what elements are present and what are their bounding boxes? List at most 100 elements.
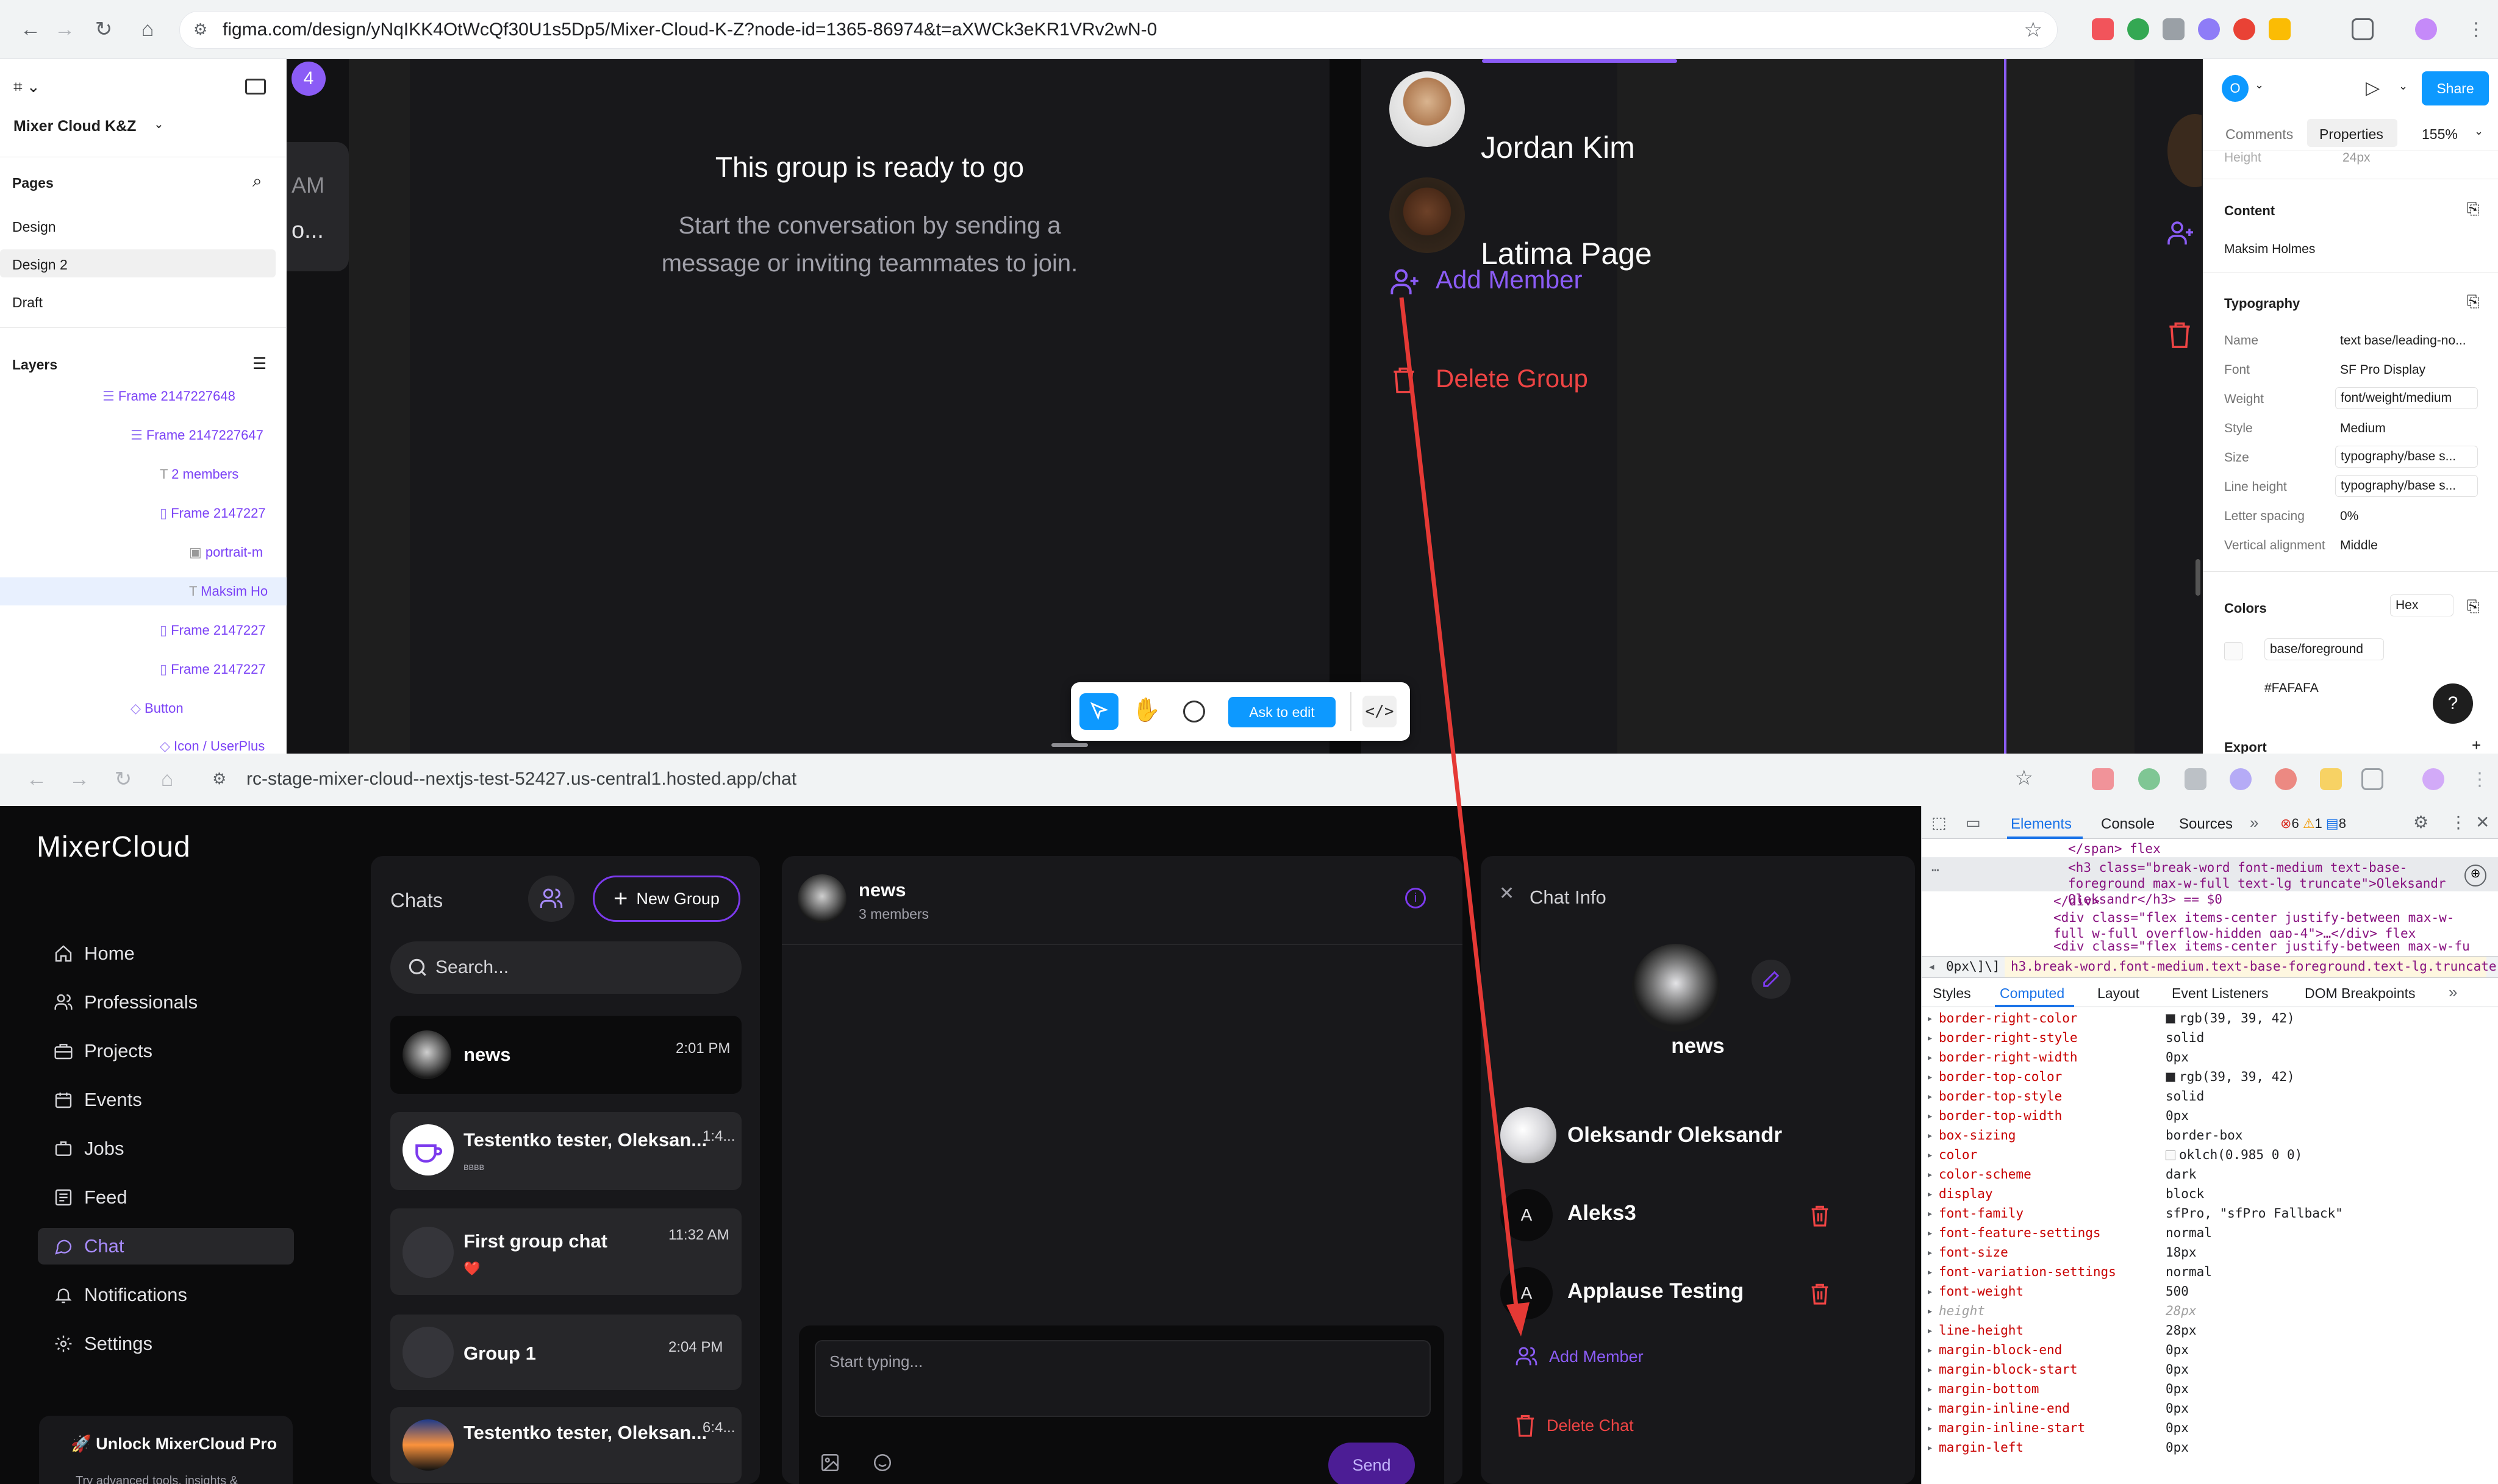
emoji-icon[interactable] — [872, 1452, 893, 1473]
search-icon[interactable]: ⌕ — [252, 171, 262, 191]
gear-icon[interactable]: ⚙ — [2413, 812, 2428, 832]
trash-icon[interactable] — [2167, 320, 2192, 349]
breadcrumb-item[interactable]: 0px\]\] — [1946, 959, 2000, 974]
nav-item-events[interactable]: Events — [38, 1082, 294, 1118]
expand-arrow-icon[interactable]: ▸ — [1928, 1208, 1932, 1219]
bookmark-star-icon[interactable]: ☆ — [2024, 18, 2042, 42]
expand-arrow-icon[interactable]: ▸ — [1928, 1443, 1932, 1453]
subtab-event-listeners[interactable]: Event Listeners — [2172, 985, 2269, 1002]
reload-icon[interactable]: ↻ — [91, 17, 116, 41]
layer-item[interactable]: T 2 members — [160, 466, 238, 482]
dom-line[interactable]: </div> — [2053, 894, 2100, 908]
close-icon[interactable]: ✕ — [2475, 812, 2489, 832]
computed-property[interactable]: font-variation-settings — [1939, 1265, 2116, 1279]
nav-item-jobs[interactable]: Jobs — [38, 1130, 294, 1167]
chevron-down-icon[interactable]: ⌄ — [2474, 125, 2483, 138]
computed-property[interactable]: margin-left — [1939, 1440, 2024, 1455]
layer-item[interactable]: ☰ Frame 2147227647 — [131, 427, 263, 443]
nav-item-projects[interactable]: Projects — [38, 1033, 294, 1069]
expand-arrow-icon[interactable]: ▸ — [1928, 1013, 1932, 1024]
extension-icon[interactable] — [2185, 768, 2206, 790]
app-logo[interactable]: MixerCloud — [37, 830, 191, 864]
trash-icon[interactable] — [1810, 1282, 1830, 1306]
tab-comments[interactable]: Comments — [2225, 126, 2293, 143]
close-icon[interactable]: ✕ — [1499, 883, 1514, 904]
copy-icon[interactable]: ⎘ — [2467, 597, 2480, 616]
share-button[interactable]: Share — [2422, 71, 2489, 105]
extension-icon[interactable] — [2092, 18, 2114, 40]
figma-canvas[interactable]: 4 AM o... This group is ready to go Star… — [287, 59, 2202, 754]
expand-arrow-icon[interactable]: ▸ — [1928, 1306, 1932, 1316]
extension-icon[interactable] — [2092, 768, 2114, 790]
computed-property[interactable]: font-family — [1939, 1206, 2024, 1221]
computed-property[interactable]: border-right-style — [1939, 1030, 2078, 1045]
accessibility-icon[interactable]: ⊕ — [2464, 865, 2486, 886]
site-settings-icon[interactable]: ⚙ — [212, 769, 226, 788]
expand-arrow-icon[interactable]: ▸ — [1928, 1423, 1932, 1433]
dom-line[interactable]: <div class="flex items-center justify-be… — [2053, 910, 2480, 938]
info-icon[interactable]: i — [1405, 888, 1426, 908]
computed-property[interactable]: border-right-width — [1939, 1050, 2078, 1065]
typo-value[interactable]: typography/base s... — [2335, 475, 2478, 497]
expand-arrow-icon[interactable]: ▸ — [1928, 1111, 1932, 1121]
delete-chat-link[interactable]: Delete Chat — [1515, 1413, 1634, 1438]
color-format-dropdown[interactable]: Hex — [2390, 594, 2453, 616]
user-avatar[interactable]: O — [2222, 75, 2249, 102]
nav-item-home[interactable]: Home — [38, 935, 294, 972]
expand-arrow-icon[interactable]: ▸ — [1928, 1169, 1932, 1180]
computed-property[interactable]: margin-inline-end — [1939, 1401, 2070, 1416]
layer-item[interactable]: ◇ Button — [131, 701, 184, 716]
extensions-puzzle-icon[interactable] — [2352, 18, 2374, 40]
delete-group-link[interactable]: Delete Group — [1436, 364, 1588, 393]
layer-item[interactable]: ☰ Frame 2147227648 — [102, 388, 235, 404]
extension-icon[interactable] — [2275, 768, 2297, 790]
expand-arrow-icon[interactable]: ▸ — [1928, 1189, 1932, 1199]
site-settings-icon[interactable]: ⚙ — [193, 20, 207, 39]
more-subtabs-icon[interactable]: » — [2449, 983, 2457, 1002]
play-icon[interactable]: ▷ — [2366, 77, 2380, 99]
computed-property[interactable]: font-feature-settings — [1939, 1225, 2101, 1240]
subtab-computed[interactable]: Computed — [2000, 985, 2064, 1002]
message-input[interactable]: Start typing... — [815, 1340, 1431, 1417]
address-bar[interactable]: ⚙ rc-stage-mixer-cloud--nextjs-test-5242… — [198, 761, 2076, 797]
move-tool-icon[interactable] — [1079, 693, 1118, 730]
layer-item[interactable]: ◇ Icon / UserPlus — [160, 738, 265, 754]
nav-item-feed[interactable]: Feed — [38, 1179, 294, 1216]
tab-sources[interactable]: Sources — [2179, 816, 2233, 833]
bookmark-star-icon[interactable]: ☆ — [2015, 766, 2033, 790]
expand-arrow-icon[interactable]: ▸ — [1928, 1052, 1932, 1063]
ask-to-edit-button[interactable]: Ask to edit — [1228, 697, 1336, 727]
breadcrumb-item-active[interactable]: h3.break-word.font-medium.text-base-fore… — [2011, 959, 2497, 974]
home-icon[interactable]: ⌂ — [155, 767, 179, 791]
computed-property[interactable]: height — [1939, 1304, 1985, 1318]
canvas-scrollbar[interactable] — [2196, 559, 2200, 596]
layer-item[interactable]: ▣ portrait-m — [189, 544, 263, 560]
console-counts[interactable]: ⊗6 ⚠1 ▤8 — [2280, 816, 2346, 832]
forward-icon[interactable]: → — [67, 767, 91, 791]
page-item-draft[interactable]: Draft — [12, 294, 43, 311]
chevron-down-icon[interactable]: ⌄ — [2399, 80, 2408, 93]
expand-arrow-icon[interactable]: ▸ — [1928, 1091, 1932, 1102]
tab-properties[interactable]: Properties — [2319, 126, 2383, 143]
expand-arrow-icon[interactable]: ▸ — [1928, 1033, 1932, 1043]
profile-avatar[interactable] — [2422, 768, 2444, 790]
typo-value[interactable]: typography/base s... — [2335, 446, 2478, 468]
dev-mode-icon[interactable]: </> — [1362, 696, 1397, 727]
user-plus-icon[interactable] — [2166, 219, 2196, 248]
chevron-down-icon[interactable]: ⌄ — [154, 116, 164, 132]
computed-property[interactable]: margin-block-end — [1939, 1343, 2062, 1357]
expand-arrow-icon[interactable]: ▸ — [1928, 1286, 1932, 1297]
chat-list-item-active[interactable]: news 2:01 PM — [390, 1016, 742, 1094]
expand-arrow-icon[interactable]: ▸ — [1928, 1130, 1932, 1141]
expand-arrow-icon[interactable]: ▸ — [1928, 1150, 1932, 1160]
send-button[interactable]: Send — [1328, 1443, 1415, 1484]
nav-item-chat[interactable]: Chat — [38, 1228, 294, 1265]
zoom-level[interactable]: 155% — [2422, 126, 2458, 143]
copy-icon[interactable]: ⎘ — [2467, 292, 2480, 312]
layer-item[interactable]: ▯ Frame 2147227 — [160, 622, 266, 638]
color-swatch[interactable] — [2166, 1072, 2175, 1082]
forward-icon[interactable]: → — [52, 17, 77, 41]
color-token[interactable]: base/foreground — [2264, 638, 2384, 660]
reload-icon[interactable]: ↻ — [111, 767, 135, 791]
expand-arrow-icon[interactable]: ▸ — [1928, 1072, 1932, 1082]
